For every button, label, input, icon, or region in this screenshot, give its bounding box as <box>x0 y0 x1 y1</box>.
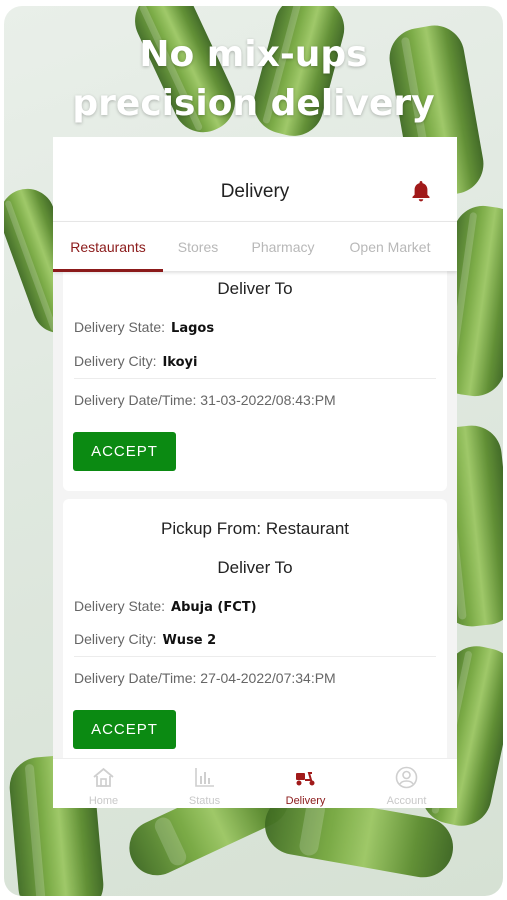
delivery-city-row: Delivery City: Wuse 2 <box>74 631 216 648</box>
active-tab-indicator <box>53 269 163 272</box>
nav-home-label: Home <box>88 795 119 807</box>
delivery-state-row: Delivery State: Lagos <box>74 319 214 336</box>
divider <box>74 656 436 657</box>
delivery-city-row: Delivery City: Ikoyi <box>74 353 197 370</box>
delivery-city-label: Delivery City: <box>74 353 157 369</box>
delivery-city-value: Wuse 2 <box>162 633 217 648</box>
headline-line-1: No mix-ups <box>139 34 368 75</box>
nav-status[interactable]: Status <box>154 759 255 808</box>
pickup-from-heading: Pickup From: Restaurant <box>160 519 349 538</box>
bar-chart-icon <box>192 765 217 790</box>
accept-button[interactable]: ACCEPT <box>73 432 176 471</box>
headline-line-2: precision delivery <box>72 83 435 124</box>
tab-pharmacy[interactable]: Pharmacy <box>238 222 328 272</box>
nav-delivery[interactable]: Delivery <box>255 759 356 808</box>
page-title: Delivery <box>220 181 290 202</box>
order-card: Deliver To Delivery State: Lagos Delivery… <box>63 257 447 491</box>
divider <box>74 378 436 379</box>
tab-open-market[interactable]: Open Market <box>338 222 442 272</box>
scooter-icon <box>293 765 318 790</box>
delivery-datetime: Delivery Date/Time: 31-03-2022/08:43:PM <box>74 392 336 408</box>
deliver-to-heading: Deliver To <box>217 279 293 298</box>
order-card: Pickup From: Restaurant Deliver To Deliv… <box>63 499 447 769</box>
nav-home[interactable]: Home <box>53 759 154 808</box>
category-tabs: Restaurants Stores Pharmacy Open Market <box>53 221 457 272</box>
delivery-datetime: Delivery Date/Time: 27-04-2022/07:34:PM <box>74 670 336 686</box>
bottom-navigation: Home Status Delivery Account <box>53 758 457 808</box>
delivery-city-label: Delivery City: <box>74 631 157 647</box>
nav-account[interactable]: Account <box>356 759 457 808</box>
accept-button[interactable]: ACCEPT <box>73 710 176 749</box>
app-screen: Deliver To Delivery State: Lagos Delivery… <box>53 137 457 808</box>
tab-restaurants[interactable]: Restaurants <box>53 222 163 272</box>
account-icon <box>394 765 419 790</box>
tab-stores[interactable]: Stores <box>163 222 233 272</box>
delivery-state-label: Delivery State: <box>74 319 166 335</box>
delivery-state-value: Abuja (FCT) <box>171 600 257 615</box>
home-icon <box>91 765 116 790</box>
delivery-state-value: Lagos <box>171 321 215 336</box>
nav-account-label: Account <box>386 795 427 807</box>
nav-delivery-label: Delivery <box>285 795 326 807</box>
delivery-state-row: Delivery State: Abuja (FCT) <box>74 598 257 615</box>
delivery-city-value: Ikoyi <box>162 355 198 370</box>
deliver-to-heading: Deliver To <box>217 558 293 577</box>
nav-status-label: Status <box>188 795 221 807</box>
delivery-state-label: Delivery State: <box>74 598 166 614</box>
bell-icon[interactable] <box>409 179 433 203</box>
app-bar: Delivery <box>53 137 457 221</box>
